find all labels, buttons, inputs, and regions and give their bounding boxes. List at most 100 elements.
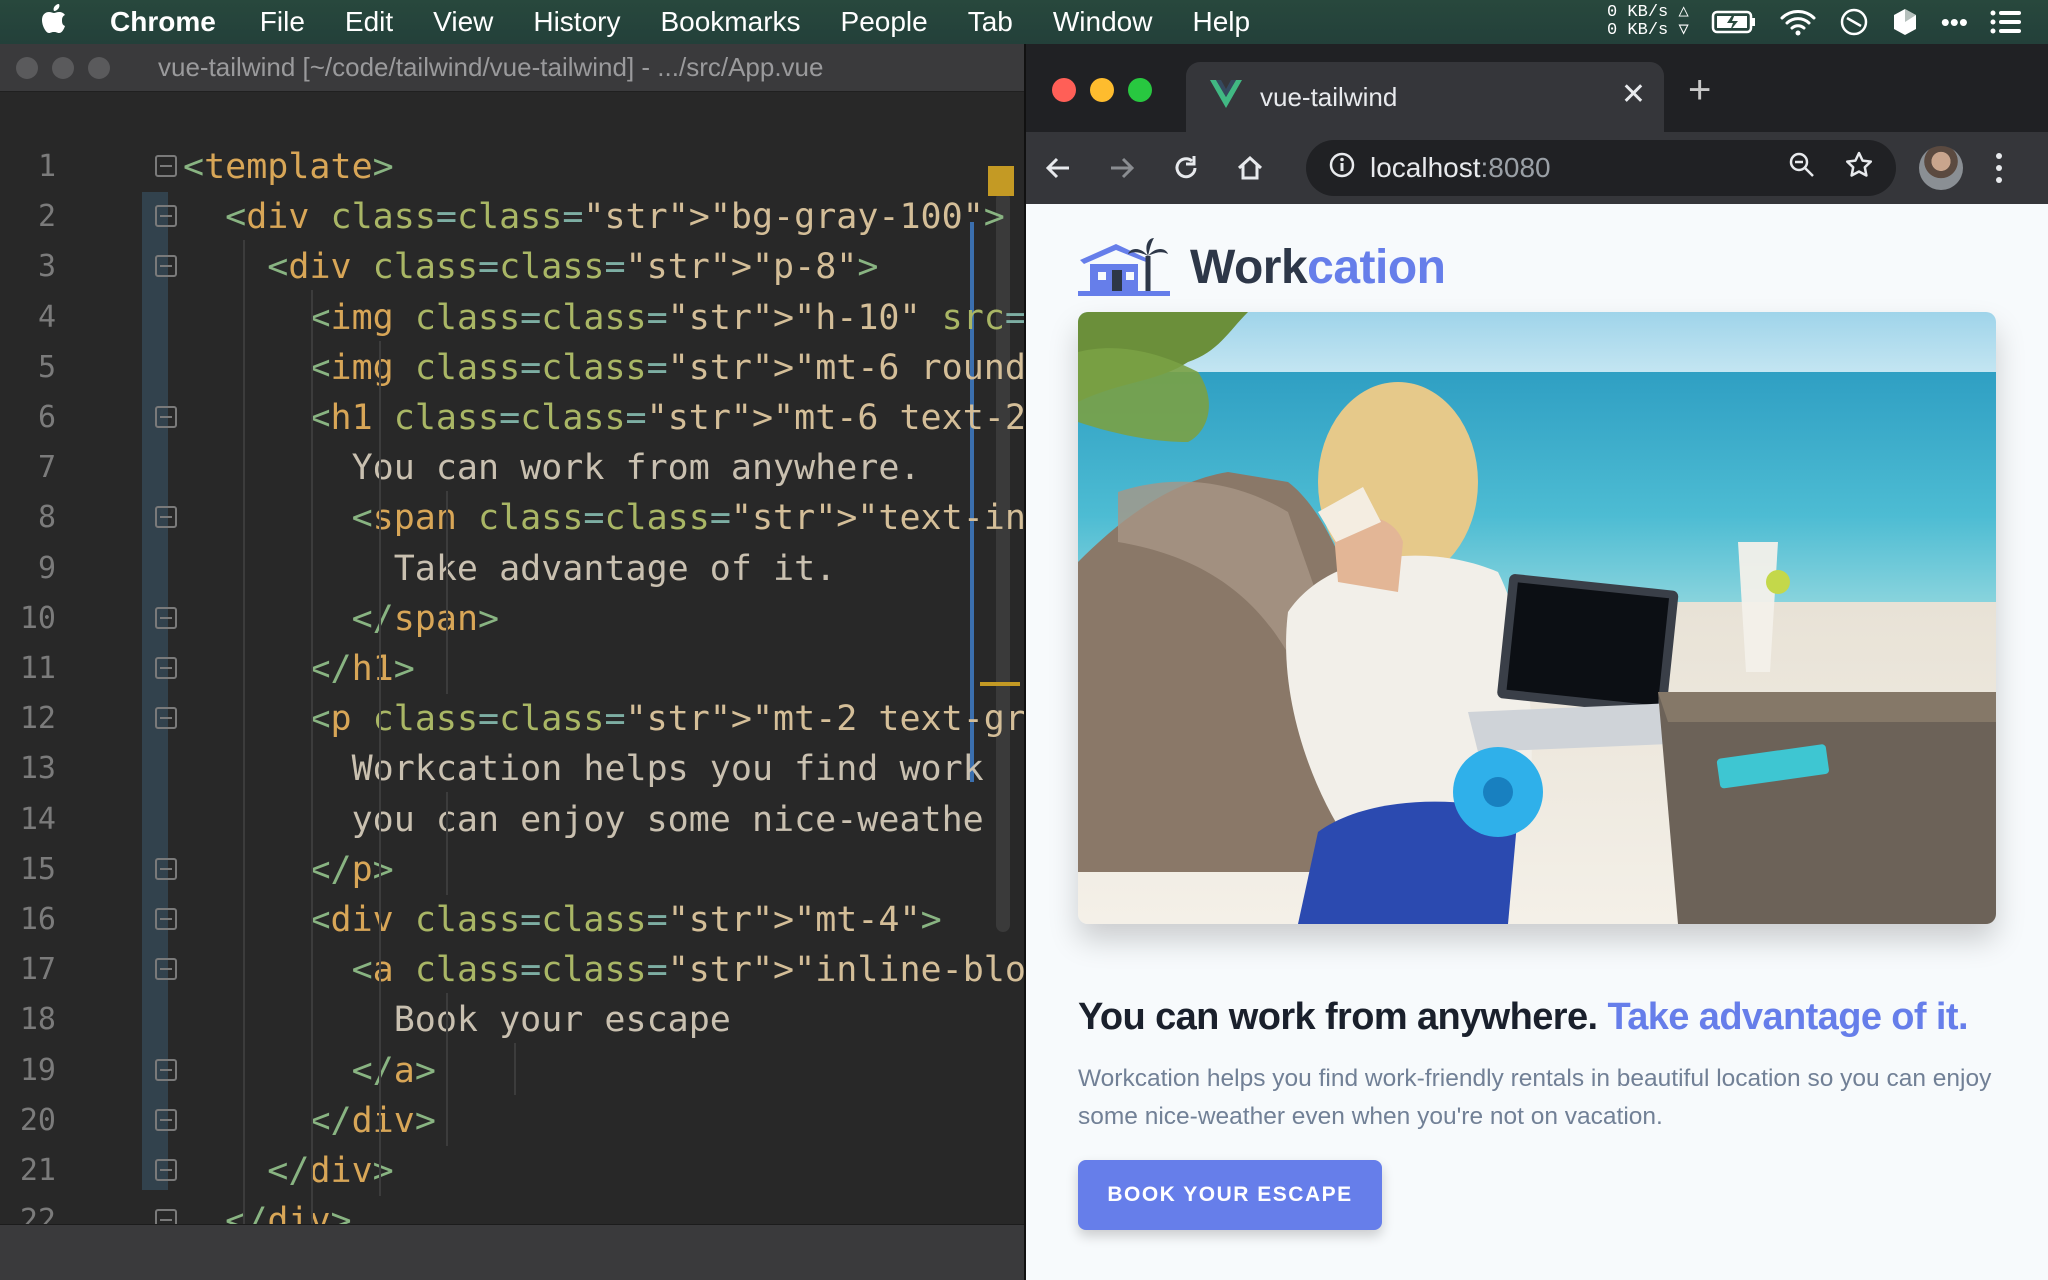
code-line[interactable]: 13 Workcation helps you find work bbox=[0, 744, 1000, 794]
menu-view[interactable]: View bbox=[413, 6, 513, 38]
code-text: you can enjoy some nice-weathe bbox=[183, 799, 984, 840]
page-headline: You can work from anywhere. Take advanta… bbox=[1078, 996, 2018, 1039]
fold-icon[interactable] bbox=[155, 1159, 177, 1181]
menu-people[interactable]: People bbox=[821, 6, 948, 38]
code-text: <div class=class="str">"mt-4"> bbox=[309, 900, 942, 940]
fold-icon[interactable] bbox=[155, 205, 177, 228]
browser-tab[interactable]: vue-tailwind ✕ bbox=[1186, 62, 1664, 132]
line-number: 3 bbox=[37, 249, 56, 285]
line-number: 11 bbox=[19, 651, 56, 686]
code-text: </a> bbox=[351, 1050, 436, 1091]
battery-icon[interactable] bbox=[1711, 9, 1757, 35]
code-line[interactable]: 15 </p> bbox=[0, 845, 1000, 895]
fold-icon[interactable] bbox=[155, 506, 177, 529]
code-line[interactable]: 11 </h1> bbox=[0, 644, 1000, 694]
code-line[interactable]: 17 <a class=class="str">"inline-block px… bbox=[0, 945, 1024, 995]
zoom-button[interactable] bbox=[88, 56, 110, 79]
brand-name: Workcation bbox=[1190, 240, 1446, 295]
menu-edit[interactable]: Edit bbox=[325, 6, 413, 38]
address-bar[interactable]: localhost:8080 bbox=[1306, 140, 1896, 196]
menu-window[interactable]: Window bbox=[1033, 6, 1173, 38]
code-line[interactable]: 21 </div> bbox=[0, 1146, 1000, 1196]
indent-guide bbox=[446, 993, 449, 1146]
fold-icon[interactable] bbox=[155, 958, 177, 981]
code-line[interactable]: 10 </span> bbox=[0, 594, 1000, 644]
page-description: Workcation helps you find work-friendly … bbox=[1078, 1065, 1992, 1130]
code-line[interactable]: 14 you can enjoy some nice-weathe bbox=[0, 795, 1000, 845]
fold-icon[interactable] bbox=[155, 707, 177, 730]
menu-history[interactable]: History bbox=[513, 6, 640, 38]
fold-icon[interactable] bbox=[155, 155, 177, 177]
network-speed[interactable]: 0 KB/s △ 0 KB/s ▽ bbox=[1607, 4, 1689, 40]
cube-icon[interactable] bbox=[1891, 7, 1919, 37]
indent-guide bbox=[378, 340, 381, 1196]
menu-app-name[interactable]: Chrome bbox=[84, 6, 240, 38]
line-number: 19 bbox=[19, 1052, 56, 1088]
code-line[interactable]: 20 </div> bbox=[0, 1096, 1000, 1146]
menu-bookmarks[interactable]: Bookmarks bbox=[640, 6, 820, 38]
code-line[interactable]: 6 <h1 class=class="str">"mt-6 text-2xl f… bbox=[0, 393, 1024, 443]
code-line[interactable]: 2 <div class=class="str">"bg-gray-100"> bbox=[0, 192, 1005, 242]
reload-icon[interactable] bbox=[1154, 138, 1218, 198]
close-button[interactable] bbox=[1052, 78, 1076, 102]
fold-icon[interactable] bbox=[155, 406, 177, 428]
tab-close-icon[interactable]: ✕ bbox=[1621, 80, 1646, 110]
back-icon[interactable] bbox=[1026, 138, 1090, 198]
editor-statusbar bbox=[0, 1224, 1024, 1280]
fold-icon[interactable] bbox=[155, 606, 177, 629]
code-line[interactable]: 18 Book your escape bbox=[0, 995, 1000, 1045]
code-text: <span class=class="str">"text-indigo-500… bbox=[351, 498, 1024, 539]
zoom-icon[interactable] bbox=[1788, 151, 1816, 186]
code-line[interactable]: 3 <div class=class="str">"p-8"> bbox=[0, 242, 1000, 292]
code-text: Book your escape bbox=[183, 1000, 731, 1041]
menu-help[interactable]: Help bbox=[1172, 6, 1270, 38]
fold-icon[interactable] bbox=[155, 857, 177, 880]
code-line[interactable]: 9 Take advantage of it. bbox=[0, 544, 1000, 594]
profile-avatar[interactable] bbox=[1919, 146, 1963, 190]
new-tab-icon[interactable]: + bbox=[1688, 70, 1711, 110]
minimize-button[interactable] bbox=[1090, 78, 1114, 102]
browser-menu-icon[interactable] bbox=[1994, 146, 2004, 195]
line-number: 2 bbox=[37, 199, 56, 235]
code-line[interactable]: 1 <template> bbox=[0, 142, 1000, 192]
wifi-icon[interactable] bbox=[1779, 8, 1817, 36]
line-number: 10 bbox=[19, 600, 56, 636]
home-icon[interactable] bbox=[1218, 138, 1282, 198]
clock-icon[interactable] bbox=[1839, 7, 1869, 37]
fold-icon[interactable] bbox=[155, 908, 177, 930]
code-line[interactable]: 4 <img class=class="str">"h-10" src=clas… bbox=[0, 293, 1024, 343]
code-line[interactable]: 7 You can work from anywhere. bbox=[0, 443, 1000, 493]
code-area[interactable]: 1 <template> 2 <div class=class="str">"bg-… bbox=[0, 92, 1024, 1280]
code-text: <a class=class="str">"inline-block px-5 … bbox=[351, 950, 1024, 991]
code-line[interactable]: 12 <p class=class="str">"mt-2 text-gray-… bbox=[0, 694, 1024, 744]
list-icon[interactable] bbox=[1990, 9, 2022, 35]
site-info-icon[interactable] bbox=[1328, 151, 1356, 186]
fold-icon[interactable] bbox=[155, 1058, 177, 1081]
code-text: <img class=class="str">"mt-6 rounded-lg … bbox=[309, 347, 1024, 388]
code-line[interactable]: 8 <span class=class="str">"text-indigo-5… bbox=[0, 493, 1024, 543]
fold-icon[interactable] bbox=[155, 657, 177, 679]
menu-file[interactable]: File bbox=[240, 6, 325, 38]
bookmark-star-icon[interactable] bbox=[1844, 150, 1874, 187]
code-line[interactable]: 16 <div class=class="str">"mt-4"> bbox=[0, 895, 1000, 945]
net-down-value: 0 KB/s bbox=[1607, 21, 1669, 40]
forward-icon[interactable] bbox=[1090, 138, 1154, 198]
minimize-button[interactable] bbox=[52, 56, 74, 79]
tab-strip: vue-tailwind ✕ + bbox=[1026, 44, 2048, 132]
menu-tab[interactable]: Tab bbox=[948, 6, 1033, 38]
house-palm-icon bbox=[1078, 234, 1170, 301]
hero-beach-image bbox=[1078, 312, 1996, 924]
fold-icon[interactable] bbox=[155, 1108, 177, 1131]
line-number: 9 bbox=[37, 550, 56, 586]
apple-icon[interactable] bbox=[24, 3, 84, 41]
indent-guide bbox=[446, 491, 449, 694]
code-line[interactable]: 5 <img class=class="str">"mt-6 rounded-l… bbox=[0, 343, 1024, 393]
more-icon[interactable]: ••• bbox=[1941, 7, 1968, 38]
code-line[interactable]: 19 </a> bbox=[0, 1046, 1000, 1096]
browser-toolbar: localhost:8080 bbox=[1026, 132, 2048, 204]
close-button[interactable] bbox=[16, 56, 38, 79]
zoom-button[interactable] bbox=[1128, 78, 1152, 102]
book-escape-button[interactable]: BOOK YOUR ESCAPE bbox=[1078, 1160, 1382, 1230]
headline-accent: Take advantage of it. bbox=[1607, 996, 1968, 1038]
fold-icon[interactable] bbox=[155, 255, 177, 278]
